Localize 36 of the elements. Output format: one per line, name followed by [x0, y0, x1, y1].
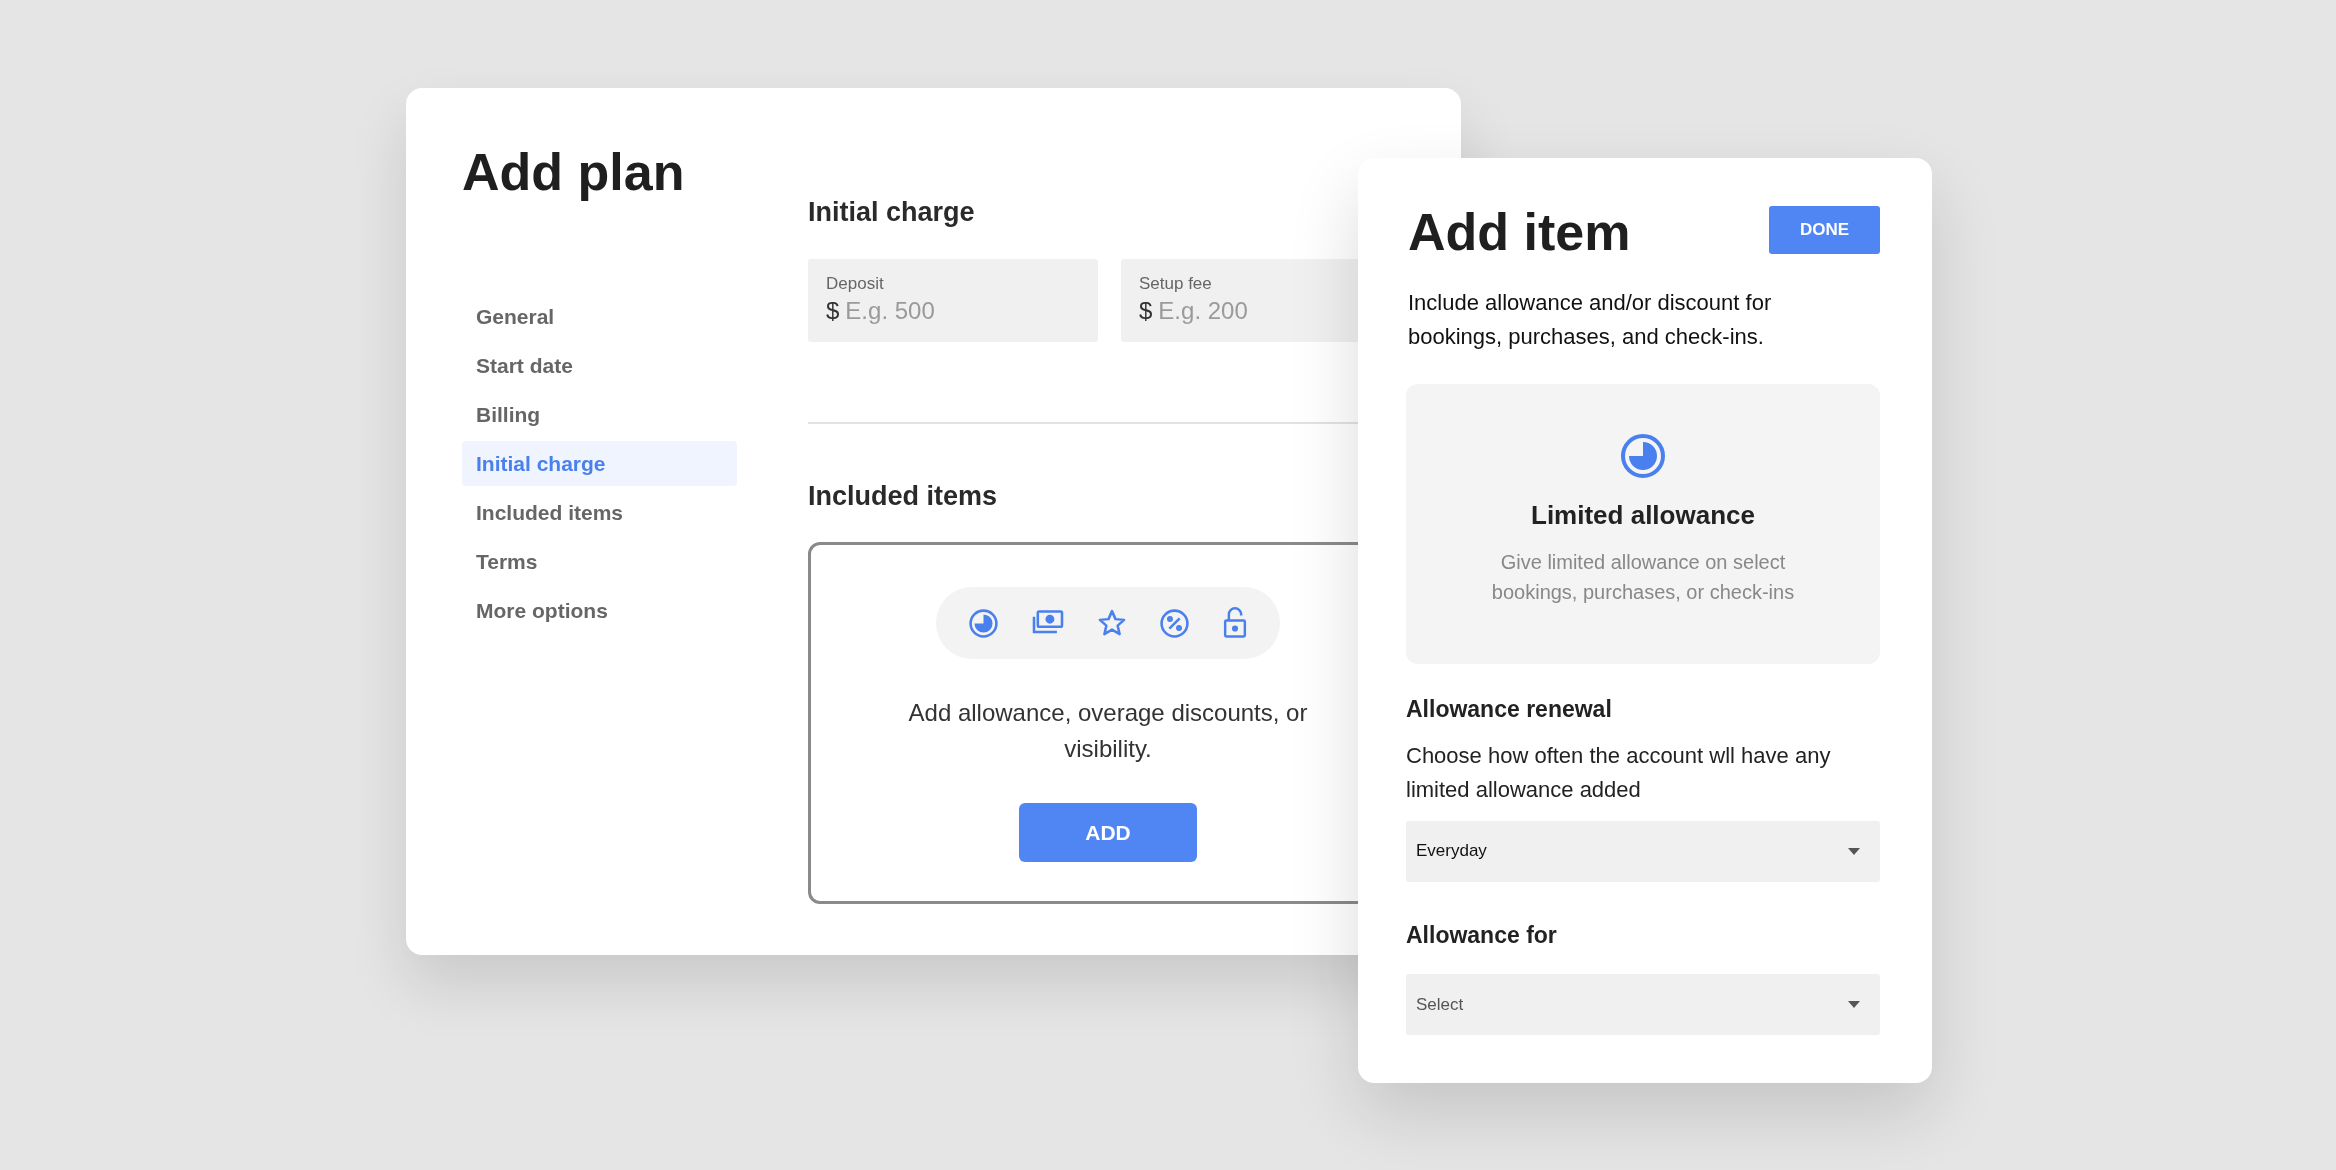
nav-item[interactable]: Initial charge	[462, 441, 737, 486]
limited-allowance-card[interactable]: Limited allowance Give limited allowance on select bookings, purchases, or check-ins	[1406, 384, 1880, 664]
nav-item[interactable]: Terms	[462, 539, 737, 584]
caret-icon	[1848, 847, 1860, 855]
currency-symbol: $	[826, 295, 840, 326]
section-heading: Allowance renewal	[1406, 695, 1612, 724]
unlocked-padlock-icon[interactable]	[1222, 607, 1248, 639]
currency-symbol: $	[1139, 295, 1153, 326]
pie-chart-icon	[1619, 432, 1667, 480]
star-icon[interactable]	[1097, 608, 1127, 638]
description-text: Choose how often the account wll have any limited allowance added	[1406, 741, 1832, 804]
section-heading: Initial charge	[808, 196, 975, 229]
nav-item[interactable]: Billing	[462, 392, 737, 437]
nav-item[interactable]: More options	[462, 588, 737, 633]
pie-chart-icon[interactable]	[968, 607, 999, 639]
renewal-dropdown[interactable]: Everyday	[1406, 820, 1880, 882]
amount-input[interactable]: E.g. 500	[845, 294, 1046, 327]
percent-icon[interactable]	[1159, 607, 1190, 639]
caret-icon	[1848, 1001, 1860, 1008]
included-items-message: Add allowance, overage discounts, or visibility.	[907, 698, 1309, 764]
section-heading: Included items	[808, 479, 998, 513]
amount-input[interactable]: E.g. 200	[1158, 294, 1359, 327]
amount-field[interactable]: Deposit $ E.g. 500	[808, 258, 1098, 342]
nav-item[interactable]: General	[462, 294, 737, 339]
window-title: Add plan	[462, 142, 685, 203]
allowance-for-dropdown[interactable]: Select	[1406, 974, 1880, 1035]
section-heading: Allowance for	[1406, 920, 1557, 950]
field-label: Setup fee	[1139, 272, 1212, 295]
option-description: Give limited allowance on select bookings, purchases, or check-ins	[1490, 550, 1796, 605]
window-title: Add item	[1408, 202, 1631, 263]
field-label: Deposit	[826, 272, 884, 295]
nav-item[interactable]: Start date	[462, 343, 737, 388]
done-button[interactable]: DONE	[1769, 206, 1880, 254]
option-title: Limited allowance	[1531, 499, 1755, 532]
add-button[interactable]: ADD	[1019, 803, 1197, 862]
nav-item[interactable]: Included items	[462, 490, 737, 535]
